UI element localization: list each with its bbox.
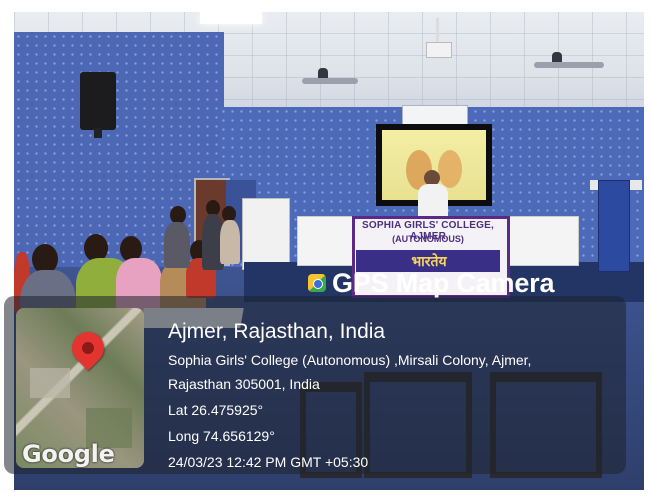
standee (242, 198, 290, 270)
address-line: Rajasthan 305001, India (168, 376, 320, 392)
map-pin-center (82, 342, 94, 354)
map-building-area (30, 368, 70, 398)
map-thumbnail: Google (16, 308, 144, 468)
audience-member (164, 222, 190, 268)
ceiling-light (200, 12, 262, 24)
speaker-mount (94, 128, 102, 138)
address-line: Sophia Girls' College (Autonomous) ,Mirs… (168, 352, 532, 368)
wall-speaker (80, 72, 116, 130)
banner-subtitle: (AUTONOMOUS) (392, 234, 464, 244)
ceiling-fan (534, 62, 604, 68)
audience-member (220, 220, 240, 264)
latitude: Lat 26.475925° (168, 402, 264, 418)
gps-brand-label: GPS Map Camera (332, 267, 555, 298)
timestamp: 24/03/23 12:42 PM GMT +05:30 (168, 454, 369, 470)
ceiling-fan (302, 78, 358, 84)
photo-frame: SOPHIA GIRLS' COLLEGE, AJMER (AUTONOMOUS… (0, 0, 652, 496)
projector-mount (436, 18, 439, 44)
screen-image (438, 150, 462, 188)
location-title: Ajmer, Rajasthan, India (168, 320, 386, 343)
gps-camera-icon (308, 274, 326, 292)
gps-brand: GPS Map Camera (308, 268, 628, 298)
longitude: Long 74.656129° (168, 428, 275, 444)
projector (426, 42, 452, 58)
address: Sophia Girls' College (Autonomous) ,Mirs… (168, 348, 531, 396)
podium (598, 180, 630, 272)
google-attribution: Google (22, 440, 115, 468)
banner-title: SOPHIA GIRLS' COLLEGE, AJMER (362, 220, 494, 242)
